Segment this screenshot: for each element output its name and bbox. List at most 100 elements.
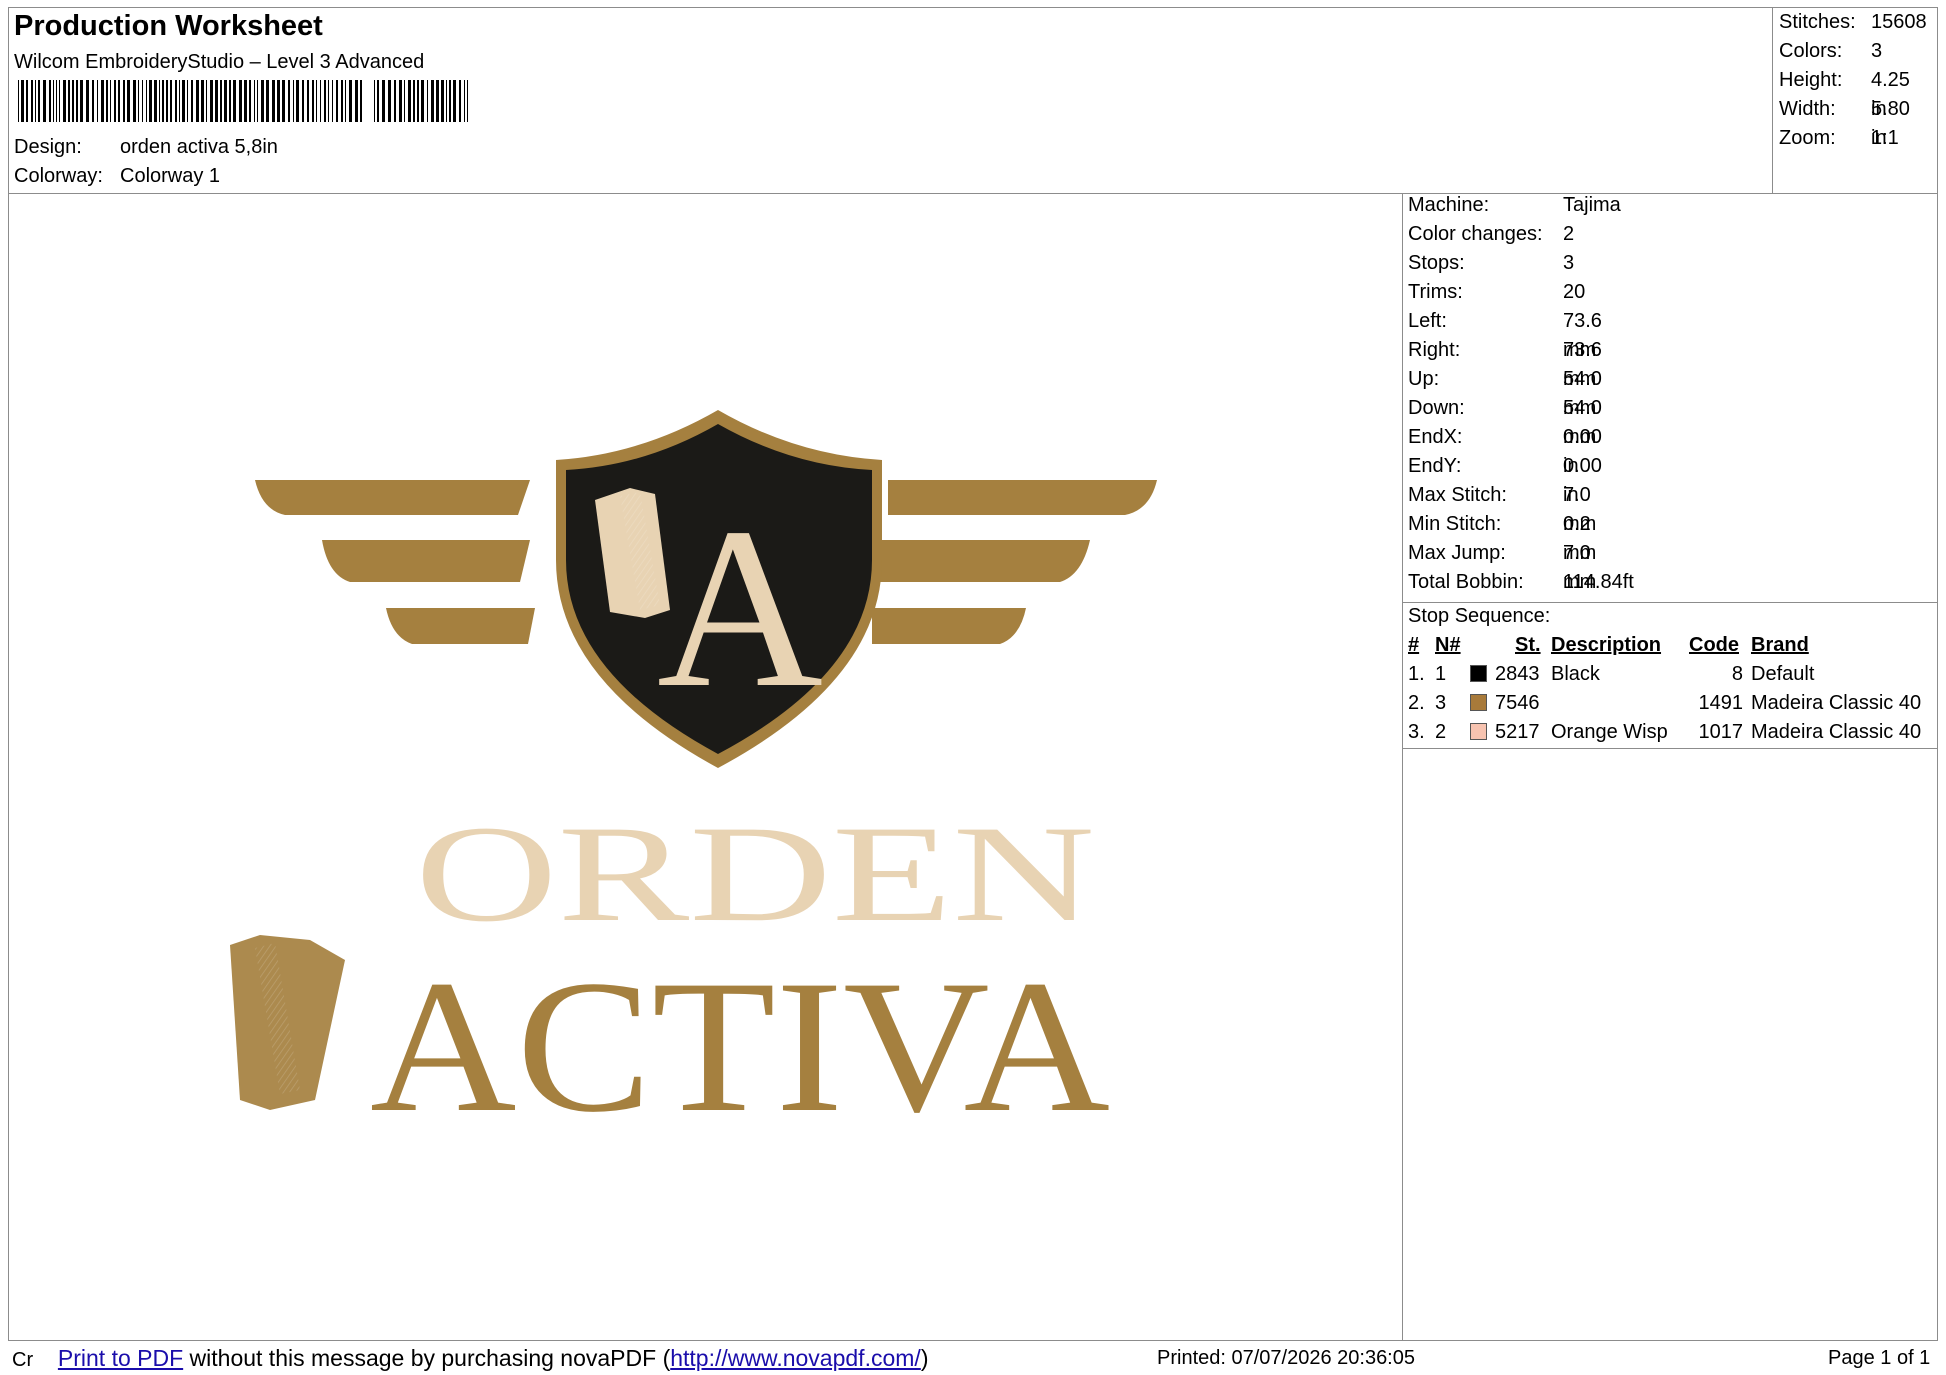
barcode-bar (249, 80, 251, 122)
design-preview: A ORDEN ACTIVA (230, 410, 1157, 1130)
info-row: Machine: Tajima (1408, 194, 1621, 216)
barcode-bar (355, 80, 358, 122)
barcode-bar (159, 80, 160, 122)
page-title: Production Worksheet (14, 10, 323, 42)
print-to-pdf-link[interactable]: Print to PDF (58, 1345, 183, 1371)
right-wing (872, 480, 1157, 644)
footer-prefix: Cr (12, 1349, 34, 1371)
barcode-bar (110, 80, 111, 122)
barcode-bar (31, 80, 33, 122)
barcode-bar (35, 80, 36, 122)
barcode-bar (320, 80, 321, 122)
barcode-bar (224, 80, 227, 122)
barcode-bar (296, 80, 299, 122)
barcode-bar (467, 80, 468, 122)
barcode-bar (446, 80, 447, 122)
summary-row: Width: 5.80 in (1779, 98, 1910, 149)
barcode-bar (97, 80, 98, 122)
footer-text: without this message by purchasing novaP… (183, 1345, 671, 1371)
barcode-bar (92, 80, 94, 122)
barcode-bar (312, 80, 314, 122)
summary-row: Colors: 3 (1779, 40, 1883, 62)
colorway-label: Colorway: (14, 165, 103, 187)
barcode-bar (162, 80, 164, 122)
barcode-separator: , (361, 99, 371, 126)
barcode-bar (201, 80, 204, 122)
barcode-bar (316, 80, 317, 122)
barcode-bar (431, 80, 434, 122)
info-row: Down: 54.0 mm (1408, 397, 1602, 448)
barcode-bar (266, 80, 269, 122)
software-subtitle: Wilcom EmbroideryStudio – Level 3 Advanc… (14, 51, 425, 73)
barcode-bar (18, 80, 19, 122)
barcode-bar (394, 80, 396, 122)
barcode-bar (63, 80, 66, 122)
colorway-value: Colorway 1 (120, 165, 221, 187)
barcode-bar (272, 80, 275, 122)
barcode-bar (374, 80, 375, 122)
table-row: 3. 2 5217 Orange Wisp 1017 Madeira Class… (1408, 721, 1922, 743)
barcode-bar (187, 80, 188, 122)
monogram-letter: A (657, 480, 823, 735)
barcode-bar (257, 80, 258, 122)
table-row: 2. 3 7546 1491 Madeira Classic 40 (1408, 692, 1922, 714)
barcode-bar (138, 80, 139, 122)
barcode-bar (76, 80, 78, 122)
barcode-bar (244, 80, 247, 122)
info-row: EndX: 0.00 in (1408, 426, 1602, 477)
barcode-bar (421, 80, 424, 122)
barcode-bar (345, 80, 346, 122)
barcode-bar (142, 80, 143, 122)
footer-text-end: ) (920, 1345, 929, 1371)
barcode-bar (210, 80, 213, 122)
barcode-bar (49, 80, 51, 122)
barcode: , (18, 80, 468, 126)
barcode-bar (68, 80, 70, 122)
novapdf-link[interactable]: http://www.novapdf.com/ (670, 1345, 921, 1371)
summary-row: Stitches: 15608 (1779, 11, 1927, 33)
stop-sequence-panel: Stop Sequence: # N# St. Description Code… (1408, 602, 1933, 747)
barcode-bar (179, 80, 180, 122)
barcode-bar (53, 80, 54, 122)
design-value: orden activa 5,8in (120, 136, 278, 158)
barcode-bar (175, 80, 177, 122)
info-row: Color changes: 2 (1408, 223, 1575, 245)
barcode-bar (382, 80, 385, 122)
col-description: Description (1551, 634, 1662, 656)
barcode-bar (118, 80, 120, 122)
barcode-bar (453, 80, 456, 122)
barcode-bar (233, 80, 236, 122)
color-swatch (1470, 694, 1487, 711)
logo-line2: ACTIVA (370, 942, 1110, 1130)
barcode-bar (86, 80, 89, 122)
barcode-bar (341, 80, 343, 122)
col-brand: Brand (1751, 634, 1809, 656)
summary-row: Height: 4.25 in (1779, 69, 1910, 120)
barcode-bar (72, 80, 74, 122)
barcode-bar (43, 80, 46, 122)
barcode-bar (436, 80, 439, 122)
barcode-bar (408, 80, 411, 122)
barcode-bar (127, 80, 130, 122)
barcode-bar (166, 80, 168, 122)
barcode-bar (441, 80, 444, 122)
table-header: # N# St. Description Code Brand (1408, 631, 1933, 660)
info-row: Stops: 3 (1408, 252, 1575, 274)
barcode-bar (324, 80, 326, 122)
barcode-bar (307, 80, 309, 122)
col-code: Code (1689, 634, 1739, 656)
printed-timestamp: Printed: 07/07/2026 20:36:05 (1157, 1347, 1415, 1369)
barcode-bar (417, 80, 419, 122)
barcode-bar (377, 80, 379, 122)
barcode-bar (101, 80, 104, 122)
info-row: Max Stitch: 7.0 mm (1408, 484, 1597, 535)
barcode-bar (154, 80, 157, 122)
barcode-bar (123, 80, 125, 122)
barcode-bar (220, 80, 222, 122)
side-panel-divider (1402, 193, 1403, 1341)
barcode-bar (149, 80, 152, 122)
barcode-bar (80, 80, 83, 122)
barcode-bar (288, 80, 290, 122)
left-wing (255, 480, 535, 644)
col-st: St. (1515, 634, 1541, 656)
